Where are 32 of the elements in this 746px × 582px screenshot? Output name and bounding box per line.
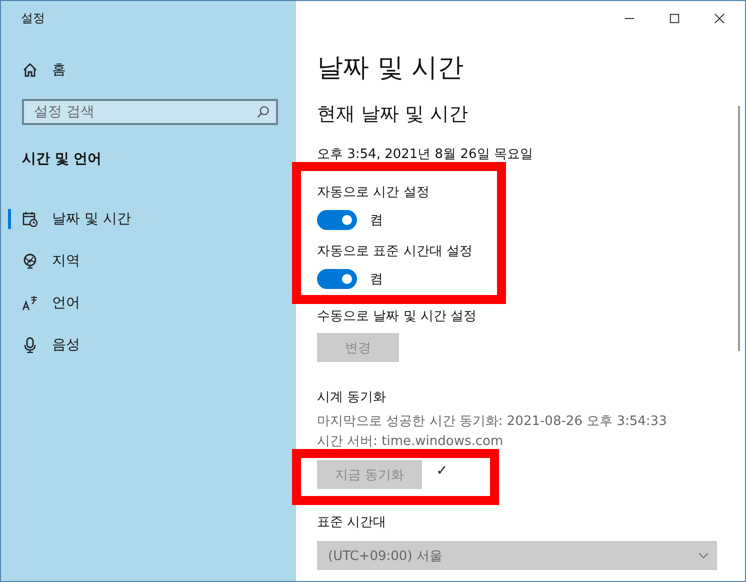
setting-label: 수동으로 날짜 및 시간 설정 bbox=[317, 308, 477, 325]
toggle-switch[interactable] bbox=[317, 269, 357, 289]
page-title: 날짜 및 시간 bbox=[317, 52, 464, 85]
last-sync-text: 마지막으로 성공한 시간 동기화: 2021-08-26 오후 3:54:33 bbox=[317, 413, 667, 430]
toggle-state: 켬 bbox=[370, 271, 383, 288]
microphone-icon bbox=[22, 337, 38, 353]
home-icon bbox=[22, 62, 38, 78]
current-time: 오후 3:54, 2021년 8월 26일 목요일 bbox=[317, 146, 533, 163]
section-heading: 시계 동기화 bbox=[317, 389, 386, 406]
search-icon bbox=[256, 105, 270, 119]
toggle-switch[interactable] bbox=[317, 210, 357, 230]
scrollbar[interactable] bbox=[738, 106, 740, 351]
home-link[interactable]: 홈 bbox=[1, 61, 296, 79]
search-field[interactable]: 설정 검색 bbox=[22, 99, 278, 125]
time-server-text: 시간 서버: time.windows.com bbox=[317, 433, 504, 450]
section-heading: 현재 날짜 및 시간 bbox=[317, 102, 468, 127]
sidebar-item[interactable]: 음성 bbox=[1, 324, 296, 366]
language-icon bbox=[22, 295, 38, 311]
maximize-icon[interactable] bbox=[669, 13, 680, 24]
section-heading: 표준 시간대 bbox=[317, 514, 386, 531]
calendar-clock-icon bbox=[22, 211, 38, 227]
toggle-state: 켬 bbox=[370, 212, 383, 229]
globe-icon bbox=[22, 253, 38, 269]
setting-label: 자동으로 시간 설정 bbox=[317, 184, 430, 201]
sidebar-item[interactable]: 지역 bbox=[1, 240, 296, 282]
window-title: 설정 bbox=[21, 10, 46, 27]
setting-label: 자동으로 표준 시간대 설정 bbox=[317, 243, 472, 260]
checkmark: ✓ bbox=[436, 462, 448, 478]
sidebar-item[interactable]: 언어 bbox=[1, 282, 296, 324]
chevron-down-icon bbox=[698, 552, 709, 559]
close-icon[interactable] bbox=[714, 13, 725, 24]
section-heading: 시간 및 언어 bbox=[22, 150, 103, 168]
